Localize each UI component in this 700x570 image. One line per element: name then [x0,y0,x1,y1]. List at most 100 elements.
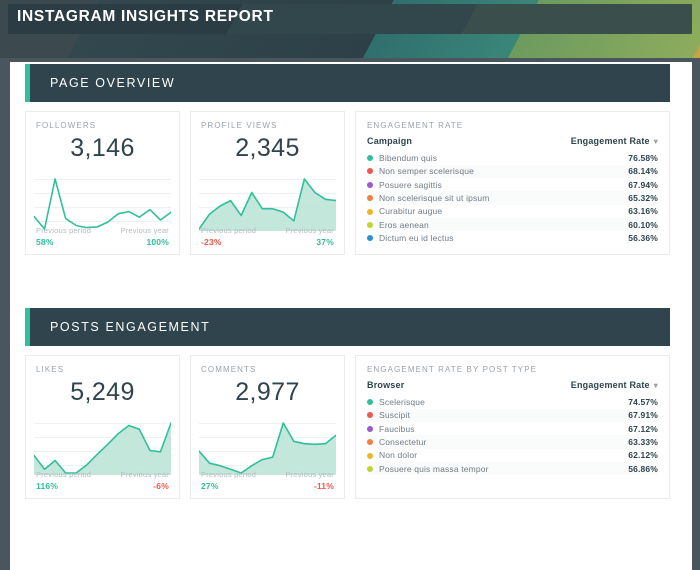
table-row[interactable]: Non dolor 62.12% [367,449,658,462]
table-cell-name: Non semper scelerisque [379,166,474,177]
series-color-dot [367,155,373,162]
column-header-engagement-rate[interactable]: Engagement Rate ▾ [513,136,659,151]
table-cell-label: Suscipit [367,408,513,422]
chevron-down-icon[interactable]: ▾ [654,381,658,390]
sparkline-profile-views [199,175,336,231]
chevron-down-icon[interactable]: ▾ [654,137,658,146]
table-row[interactable]: Non scelerisque sit ut ipsum 65.32% [367,191,658,205]
table-cell-value: 68.14% [512,164,658,178]
sparkline-followers [34,175,171,231]
series-color-dot [367,399,373,406]
table-cell-name: Bibendum quis [379,152,438,163]
kpi-prev-year-caption: Previous year [285,226,334,235]
table-cell-label: Non dolor [367,449,513,462]
table-row[interactable]: Non semper scelerisque 68.14% [367,164,658,178]
table-header-row: Campaign Engagement Rate ▾ [367,136,658,151]
kpi-prev-year-caption: Previous year [120,226,169,235]
table-cell-value: 67.91% [512,408,658,422]
table-cell-name: Non scelerisque sit ut ipsum [379,192,490,203]
kpi-prev-year-value: -6% [153,481,169,491]
table-cell-value: 56.36% [628,233,658,244]
table-card-engagement-rate: ENGAGEMENT RATE Campaign Engagement Rate… [355,111,670,255]
table-row[interactable]: Curabitur augue 63.16% [367,205,658,218]
cards-row-page-overview: FOLLOWERS 3,146 Previous period 58% Prev… [25,111,670,255]
table-cell-value: 56.86% [512,462,658,476]
table-row[interactable]: Faucibus 67.12% [367,422,658,435]
kpi-value: 5,249 [70,378,135,406]
table-cell-label: Consectetur [367,435,513,449]
table-cell-name: Eros aenean [379,219,429,230]
kpi-footer: Previous period -23% Previous year 37% [201,226,334,247]
kpi-card-likes[interactable]: LIKES 5,249 Previous period 116% Previou… [25,355,180,499]
section-title: PAGE OVERVIEW [50,76,176,90]
kpi-prev-year: Previous year 100% [121,226,169,247]
kpi-value: 3,146 [70,134,135,162]
column-header-engagement-rate-label: Engagement Rate [570,136,650,146]
table-cell-label: Non semper scelerisque [367,164,513,178]
table-row[interactable]: Suscipit 67.91% [367,408,658,422]
section-page-overview: PAGE OVERVIEW FOLLOWERS 3,146 Previous p… [25,64,670,255]
column-header-engagement-rate[interactable]: Engagement Rate ▾ [513,380,659,395]
column-header-campaign[interactable]: Campaign [367,136,513,151]
table-cell-value: 67.12% [628,423,658,434]
kpi-prev-period: Previous period 27% [201,470,256,491]
table-row[interactable]: Posuere quis massa tempor 56.86% [367,462,658,476]
kpi-prev-period-caption: Previous period [201,226,257,235]
cards-row-posts-engagement: LIKES 5,249 Previous period 116% Previou… [25,355,670,499]
kpi-value: 2,977 [235,378,300,406]
table-cell-value: 62.12% [628,450,658,461]
kpi-prev-year: Previous year -6% [121,470,169,491]
series-color-dot [367,465,373,472]
table-cell-value: 67.94% [628,179,658,190]
kpi-prev-year-value: 37% [316,237,334,247]
kpi-card-profile-views[interactable]: PROFILE VIEWS 2,345 Previous period -23%… [190,111,345,255]
section-accent-stripe [25,308,30,346]
kpi-label: COMMENTS [201,365,257,374]
table-cell-value: 63.16% [628,206,658,217]
table-row[interactable]: Dictum eu id lectus 56.36% [367,231,658,244]
kpi-prev-period-value: -23% [201,237,222,247]
kpi-card-followers[interactable]: FOLLOWERS 3,146 Previous period 58% Prev… [25,111,180,255]
kpi-prev-period: Previous period -23% [201,226,256,247]
table-cell-name: Consectetur [379,436,427,447]
table-cell-label: Bibendum quis [367,151,513,164]
kpi-label: PROFILE VIEWS [201,121,278,130]
series-color-dot [367,195,373,202]
table-row[interactable]: Posuere sagittis 67.94% [367,178,658,191]
kpi-footer: Previous period 27% Previous year -11% [201,470,334,491]
table-row[interactable]: Bibendum quis 76.58% [367,151,658,164]
section-header-page-overview: PAGE OVERVIEW [25,64,670,102]
kpi-footer: Previous period 116% Previous year -6% [36,470,169,491]
table-cell-name: Curabitur augue [379,206,443,217]
table-cell-value: 76.58% [628,152,658,163]
table-cell-name: Suscipit [379,410,410,421]
table-cell-label: Eros aenean [367,218,513,232]
series-color-dot [367,452,373,459]
table-cell-value: 74.57% [628,396,658,407]
table-label: ENGAGEMENT RATE BY POST TYPE [367,365,538,374]
section-header-posts-engagement: POSTS ENGAGEMENT [25,308,670,346]
table-row[interactable]: Consectetur 63.33% [367,435,658,449]
title-bar-band-3 [440,4,692,34]
kpi-prev-year-value: -11% [313,481,334,491]
table-cell-value: 65.32% [512,191,658,205]
kpi-prev-period-value: 116% [36,481,59,491]
kpi-prev-year: Previous year -11% [286,470,334,491]
section-accent-stripe [25,64,30,102]
table-cell-label: Curabitur augue [367,205,513,218]
series-color-dot [367,221,373,228]
column-header-browser[interactable]: Browser [367,380,513,395]
table-cell-label: Non scelerisque sit ut ipsum [367,191,513,205]
kpi-value: 2,345 [235,134,300,162]
kpi-prev-year: Previous year 37% [286,226,334,247]
sparkline-comments [199,419,336,475]
kpi-prev-period-caption: Previous period [36,226,92,235]
table-row[interactable]: Eros aenean 60.10% [367,218,658,232]
engagement-rate-table: Campaign Engagement Rate ▾ Bibendum quis 7… [367,136,658,245]
engagement-rate-table-body: Bibendum quis 76.58% Non semper scelerisqu… [367,151,658,245]
kpi-card-comments[interactable]: COMMENTS 2,977 Previous period 27% Previ… [190,355,345,499]
table-cell-value: 63.33% [512,435,658,449]
table-row[interactable]: Scelerisque 74.57% [367,395,658,408]
kpi-prev-year-caption: Previous year [285,470,334,479]
table-cell-label: Scelerisque [367,395,513,408]
